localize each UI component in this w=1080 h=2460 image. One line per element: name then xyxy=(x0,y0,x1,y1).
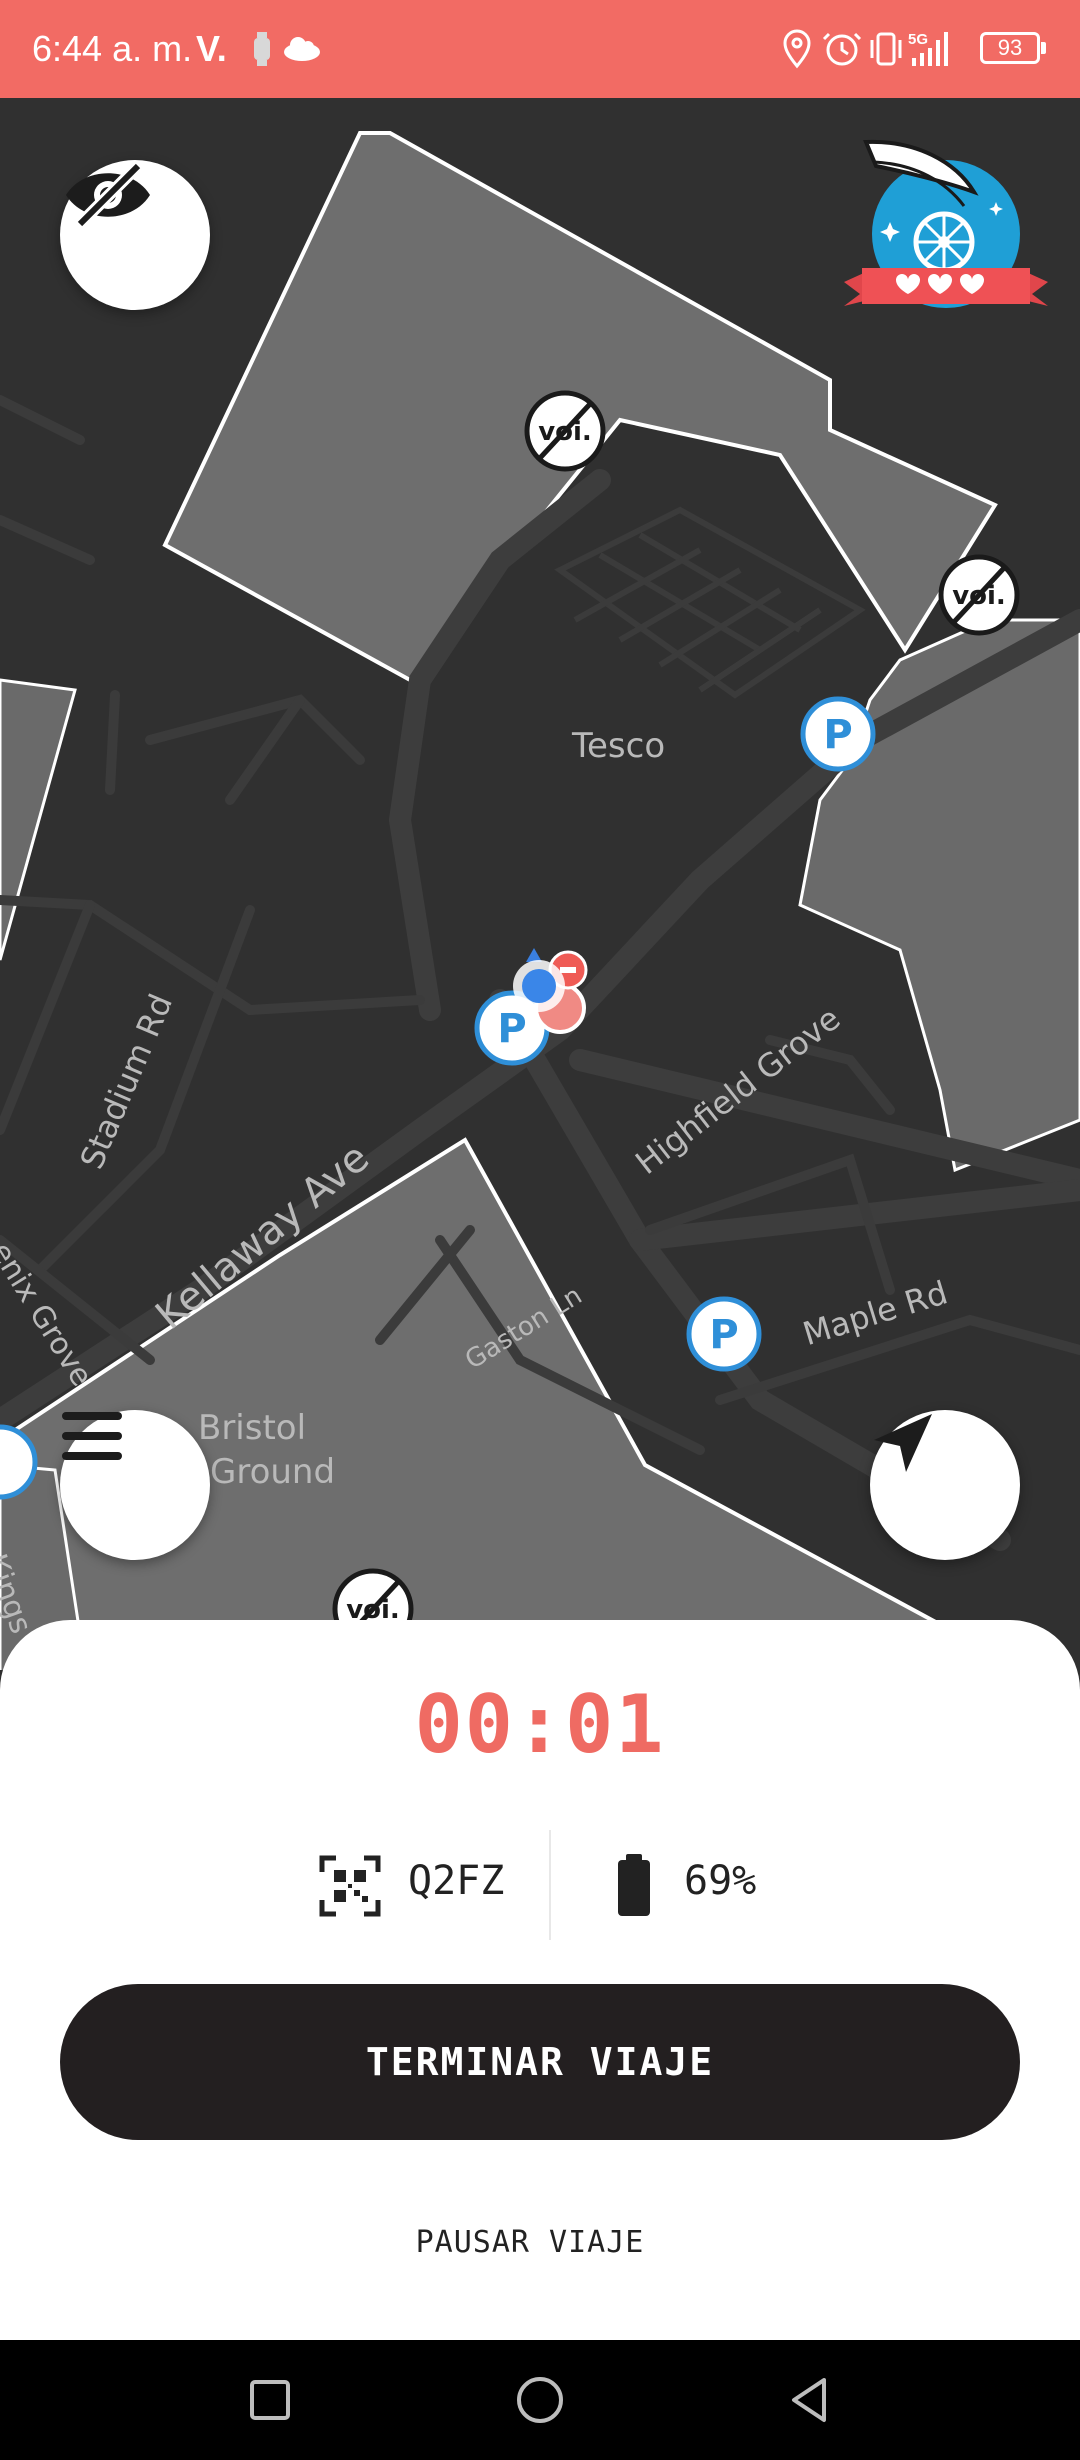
svg-text:5G: 5G xyxy=(908,31,928,48)
battery-icon xyxy=(618,1854,650,1916)
watch-icon xyxy=(254,32,270,66)
bristol-ground-zone xyxy=(0,1137,1029,1670)
vibrate-icon xyxy=(870,32,902,66)
battery-indicator: 93 xyxy=(980,32,1046,64)
vehicle-code: Q2FZ xyxy=(408,1858,505,1904)
carrier-logo: V. xyxy=(196,28,227,69)
parking-marker-partial[interactable] xyxy=(0,1422,40,1502)
watch-cloud-icons xyxy=(254,32,320,66)
user-location-icon xyxy=(513,948,565,1012)
status-time: 6:44 a. m. xyxy=(32,28,193,69)
parking-marker[interactable]: P xyxy=(798,694,878,774)
back-triangle-icon[interactable] xyxy=(780,2370,840,2430)
menu-button[interactable] xyxy=(60,1410,210,1560)
ride-panel: 00:01 Q2FZ 69% TERMINAR VIAJE PAUSAR VIA… xyxy=(0,1620,1080,2340)
parking-lot-lines xyxy=(554,506,866,699)
voi-wings-logo[interactable] xyxy=(836,122,1056,322)
eye-off-icon xyxy=(66,161,150,229)
no-parking-marker[interactable]: voi. xyxy=(522,388,608,474)
hide-map-elements-button[interactable] xyxy=(60,160,210,310)
ride-timer: 00:01 xyxy=(414,1678,666,1771)
location-icon xyxy=(783,29,811,69)
map-label-ground: Ground xyxy=(210,1452,336,1492)
info-divider xyxy=(549,1830,551,1940)
qr-code-icon xyxy=(319,1855,381,1917)
svg-text:P: P xyxy=(709,1312,738,1358)
parking-marker[interactable]: P xyxy=(684,1294,764,1374)
ride-info-row: Q2FZ 69% xyxy=(0,1830,1080,1940)
system-status-icons: 5G xyxy=(783,29,948,69)
map-label-bristol: Bristol xyxy=(198,1408,307,1448)
pause-trip-button[interactable]: PAUSAR VIAJE xyxy=(340,2212,720,2272)
navigation-arrow-icon xyxy=(874,1414,932,1472)
alarm-icon xyxy=(822,32,862,66)
hamburger-menu-icon xyxy=(62,1412,122,1460)
home-circle-icon[interactable] xyxy=(510,2370,570,2430)
status-bar: 6:44 a. m. V. 5G 93 xyxy=(0,0,1080,98)
vehicle-battery-level: 69% xyxy=(684,1858,757,1904)
svg-text:P: P xyxy=(823,712,852,758)
map-label-tesco: Tesco xyxy=(572,726,666,766)
map-view[interactable]: Tesco Stadium Rd Kellaway Ave Highfield … xyxy=(0,98,1080,1670)
recenter-location-button[interactable] xyxy=(870,1410,1020,1560)
no-parking-marker[interactable]: voi. xyxy=(936,552,1022,638)
system-nav-bar xyxy=(0,2340,1080,2460)
cloud-icon xyxy=(284,37,320,61)
zone-west xyxy=(0,678,77,961)
recents-square-icon[interactable] xyxy=(240,2370,300,2430)
end-trip-button[interactable]: TERMINAR VIAJE xyxy=(60,1984,1020,2140)
screen: 6:44 a. m. V. 5G 93 Tesco Stadium Rd Kel… xyxy=(0,0,1080,2460)
signal-5g-icon: 5G xyxy=(908,31,948,66)
